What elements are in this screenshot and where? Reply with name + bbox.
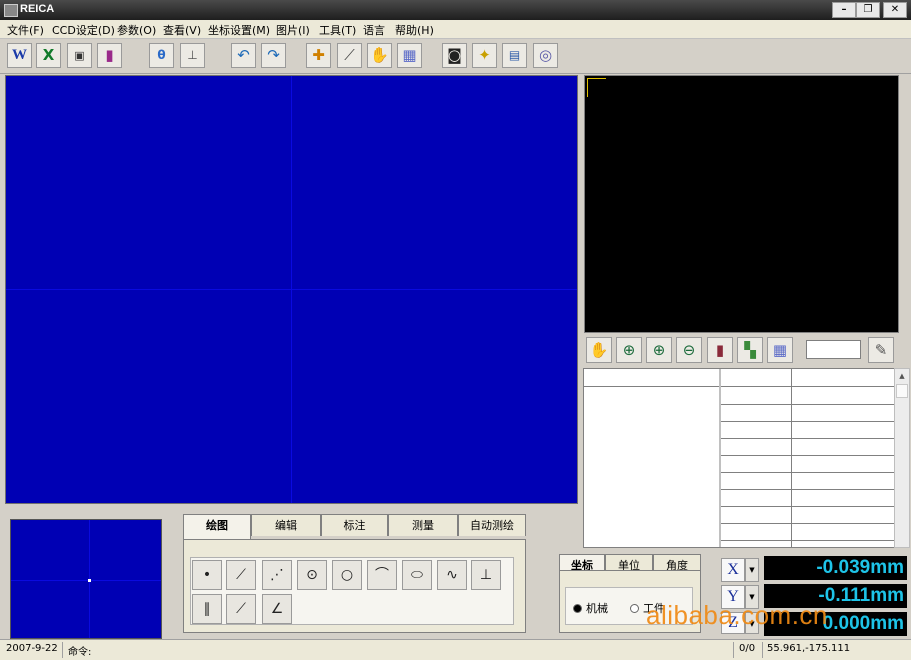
menu-tools[interactable]: 工具(T) (319, 22, 356, 38)
snapshot-book-icon[interactable]: ▮ (707, 337, 733, 363)
x-readout: -0.039mm (764, 556, 907, 580)
camera-view[interactable] (584, 75, 899, 333)
menu-ccd-settings[interactable]: CCD设定(D) (52, 22, 115, 38)
multi-point-line-icon[interactable]: ⋰ (262, 560, 292, 590)
redo-icon[interactable]: ↷ (261, 43, 286, 68)
tab-draw[interactable]: 绘图 (183, 514, 251, 539)
watermark: alibaba.com.cn (646, 600, 828, 630)
preview-horizontal-axis (11, 580, 161, 581)
drawing-canvas[interactable] (5, 75, 578, 504)
camera-settings-tool-icon[interactable]: ✎ (868, 337, 894, 363)
menu-language[interactable]: 语言 (363, 22, 385, 38)
table-row (721, 540, 895, 541)
zoom-icon[interactable]: ⊕ (616, 337, 642, 363)
axis-x-button[interactable]: X (721, 558, 745, 582)
excel-export-icon[interactable]: X (36, 43, 61, 68)
close-button[interactable]: ✕ (883, 2, 907, 18)
menu-parameters[interactable]: 参数(O) (117, 22, 156, 38)
word-export-icon[interactable]: W (7, 43, 32, 68)
zoom-out-icon[interactable]: ⊖ (676, 337, 702, 363)
circle-three-point-icon[interactable]: ○ (332, 560, 362, 590)
axis-x-dropdown[interactable]: ▼ (745, 558, 759, 582)
line-tool-icon[interactable]: ⟋ (226, 560, 256, 590)
table-row (721, 523, 895, 524)
table-column-divider (791, 369, 792, 547)
parallel-lines-icon[interactable]: ∥ (192, 594, 222, 624)
table-row (721, 489, 895, 490)
preview-position-marker (88, 579, 91, 582)
probe-tool-icon[interactable]: ⟋ (337, 43, 362, 68)
grid-icon[interactable]: ▦ (397, 43, 422, 68)
tab-edit[interactable]: 编辑 (251, 514, 321, 536)
status-date: 2007-9-22 (6, 643, 58, 654)
scroll-thumb[interactable] (896, 384, 908, 398)
circle-center-icon[interactable]: ⊙ (297, 560, 327, 590)
table-row (721, 472, 895, 473)
table-scrollbar[interactable]: ▲ (894, 368, 910, 548)
table-row (721, 438, 895, 439)
ellipse-tool-icon[interactable]: ⬭ (402, 560, 432, 590)
table-splitter[interactable] (719, 369, 721, 547)
curve-tool-icon[interactable]: ∿ (437, 560, 467, 590)
measure-angle-icon[interactable]: ⊥ (180, 43, 205, 68)
table-row (721, 421, 895, 422)
menu-help[interactable]: 帮助(H) (395, 22, 434, 38)
table-left-header (584, 369, 719, 387)
status-divider (733, 642, 734, 658)
app-icon (4, 4, 18, 17)
arc-tool-icon[interactable]: ⌒ (367, 560, 397, 590)
tab-auto-measure[interactable]: 自动测绘 (458, 514, 526, 536)
canvas-vertical-axis (291, 76, 292, 503)
window-title: REICA (20, 3, 55, 15)
camera-corner-marker (587, 78, 606, 97)
radio-machine[interactable]: 机械 (573, 600, 608, 616)
tab-annotate[interactable]: 标注 (321, 514, 388, 536)
radio-selected-icon (573, 604, 582, 613)
table-row (721, 455, 895, 456)
status-bar: 2007-9-22 命令: 0/0 55.961,-175.111 (0, 639, 911, 660)
camera-zoom-field[interactable] (806, 340, 861, 359)
point-tool-icon[interactable]: • (192, 560, 222, 590)
menu-coordinate-settings[interactable]: 坐标设置(M) (208, 22, 270, 38)
bisector-line-icon[interactable]: ⟋ (226, 594, 256, 624)
status-counter: 0/0 (739, 643, 756, 654)
table-row (721, 404, 895, 405)
status-divider (62, 642, 63, 658)
table-row (721, 506, 895, 507)
minimize-button[interactable]: – (832, 2, 856, 18)
status-command-label: 命令: (68, 647, 92, 658)
undo-icon[interactable]: ↶ (231, 43, 256, 68)
angle-tool-icon[interactable]: ∠ (262, 594, 292, 624)
maximize-button[interactable]: ❐ (856, 2, 880, 18)
camera-grid-icon[interactable]: ▦ (767, 337, 793, 363)
crosshair-icon[interactable]: ✚ (306, 43, 331, 68)
overview-preview[interactable] (10, 519, 162, 639)
menu-file[interactable]: 文件(F) (7, 22, 44, 38)
zoom-in-icon[interactable]: ⊕ (646, 337, 672, 363)
menu-view[interactable]: 查看(V) (163, 22, 201, 38)
tab-measure[interactable]: 测量 (388, 514, 458, 536)
menu-image[interactable]: 图片(I) (276, 22, 310, 38)
perpendicular-tool-icon[interactable]: ⊥ (471, 560, 501, 590)
pan-hand-icon[interactable]: ✋ (367, 43, 392, 68)
table-row (721, 386, 895, 387)
radio-unselected-icon (630, 604, 639, 613)
calibrate-icon[interactable]: θ (149, 43, 174, 68)
camera-pan-hand-icon[interactable]: ✋ (586, 337, 612, 363)
light-bulb-icon[interactable]: ✦ (472, 43, 497, 68)
main-toolbar: W X ▣ ▮ θ ⊥ ↶ ↷ ✚ ⟋ ✋ ▦ ◙ ✦ ▤ ◎ ▼ (0, 39, 911, 104)
radio-machine-label: 机械 (586, 602, 608, 615)
image-window-icon[interactable]: ▤ (502, 43, 527, 68)
lens-icon[interactable]: ◎ (533, 43, 558, 68)
status-divider (762, 642, 763, 658)
menu-bar: 文件(F) CCD设定(D) 参数(O) 查看(V) 坐标设置(M) 图片(I)… (0, 20, 911, 39)
measurement-table[interactable] (583, 368, 896, 548)
scroll-up-icon[interactable]: ▲ (895, 369, 909, 383)
title-bar: REICA – ❐ ✕ (0, 0, 911, 20)
report-chart-icon[interactable]: ▮ (97, 43, 122, 68)
camera-icon[interactable]: ◙ (442, 43, 467, 68)
save-dxf-icon[interactable]: ▣ (67, 43, 92, 68)
color-palette-icon[interactable]: ▚ (737, 337, 763, 363)
status-cursor-coordinates: 55.961,-175.111 (767, 643, 851, 654)
